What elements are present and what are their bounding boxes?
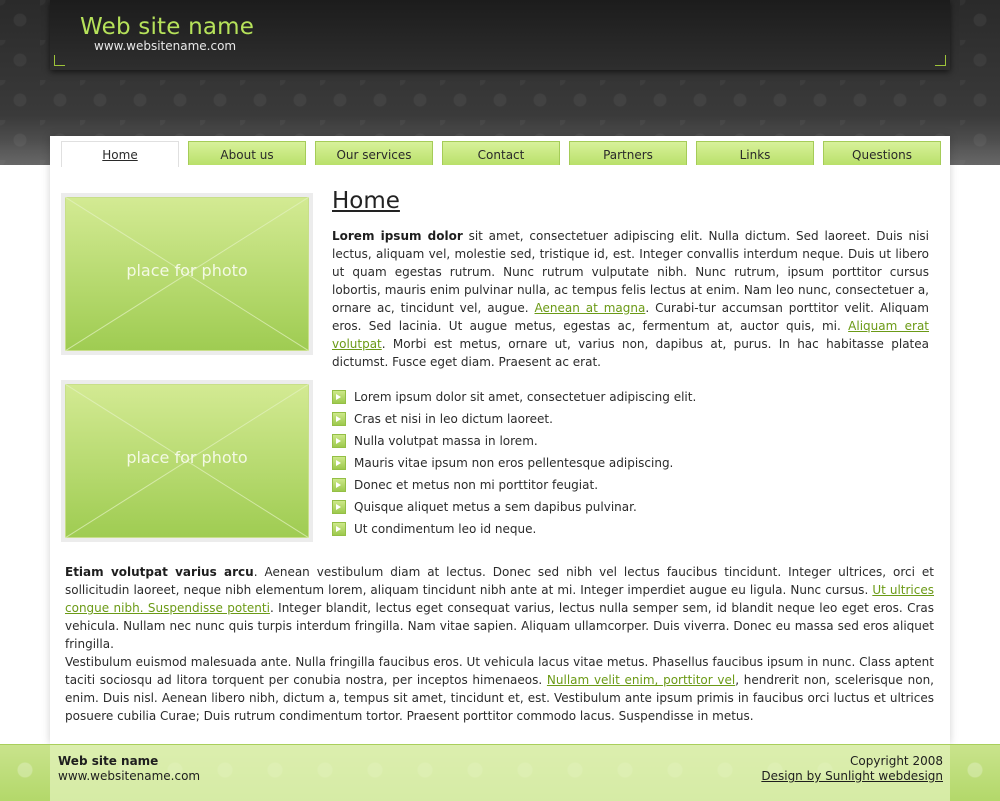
intro-link-aenean[interactable]: Aenean at magna	[535, 301, 646, 315]
photo-placeholder-1: place for photo	[61, 193, 313, 355]
list-item: Lorem ipsum dolor sit amet, consectetuer…	[332, 388, 696, 410]
arrow-bullet-icon	[332, 522, 346, 536]
photo-placeholder-text: place for photo	[126, 448, 248, 467]
list-item-text: Donec et metus non mi porttitor feugiat.	[354, 478, 599, 492]
list-item-text: Ut condimentum leo id neque.	[354, 522, 537, 536]
site-header: Web site name www.websitename.com	[50, 0, 950, 70]
arrow-bullet-icon	[332, 456, 346, 470]
tab-partners[interactable]: Partners	[569, 141, 687, 165]
body-paragraph-2: Vestibulum euismod malesuada ante. Nulla…	[65, 653, 934, 725]
tab-about-us[interactable]: About us	[188, 141, 306, 165]
list-item: Nulla volutpat massa in lorem.	[332, 432, 696, 454]
list-item-text: Quisque aliquet metus a sem dapibus pulv…	[354, 500, 637, 514]
list-item: Quisque aliquet metus a sem dapibus pulv…	[332, 498, 696, 520]
design-credit-link[interactable]: Design by Sunlight webdesign	[761, 769, 943, 783]
arrow-bullet-icon	[332, 500, 346, 514]
footer-site-name: Web site name	[58, 754, 159, 768]
list-item-text: Nulla volutpat massa in lorem.	[354, 434, 538, 448]
footer-copyright: Copyright 2008	[850, 754, 943, 768]
intro-paragraph: Lorem ipsum dolor sit amet, consectetuer…	[332, 227, 929, 371]
content-sheet: Home About us Our services Contact Partn…	[50, 136, 950, 744]
list-item: Cras et nisi in leo dictum laoreet.	[332, 410, 696, 432]
feature-list: Lorem ipsum dolor sit amet, consectetuer…	[332, 388, 696, 542]
footer-panel: Web site name www.websitename.com Copyri…	[50, 745, 950, 801]
tab-questions[interactable]: Questions	[823, 141, 941, 165]
para1-bold: Etiam volutpat varius arcu	[65, 565, 254, 579]
site-name[interactable]: Web site name	[80, 14, 254, 40]
arrow-bullet-icon	[332, 390, 346, 404]
photo-placeholder-text: place for photo	[126, 261, 248, 280]
site-url: www.websitename.com	[94, 39, 237, 53]
corner-decoration-right	[935, 55, 946, 66]
tab-links[interactable]: Links	[696, 141, 814, 165]
list-item: Ut condimentum leo id neque.	[332, 520, 696, 542]
list-item-text: Lorem ipsum dolor sit amet, consectetuer…	[354, 390, 697, 404]
main-navigation: Home About us Our services Contact Partn…	[61, 141, 941, 167]
footer-site-url: www.websitename.com	[58, 769, 201, 783]
site-footer: Web site name www.websitename.com Copyri…	[0, 744, 1000, 801]
corner-decoration-left	[54, 55, 65, 66]
arrow-bullet-icon	[332, 478, 346, 492]
tab-home[interactable]: Home	[61, 141, 179, 167]
arrow-bullet-icon	[332, 412, 346, 426]
list-item-text: Cras et nisi in leo dictum laoreet.	[354, 412, 553, 426]
body-paragraph-1: Etiam volutpat varius arcu. Aenean vesti…	[65, 563, 934, 653]
intro-bold: Lorem ipsum dolor	[332, 229, 463, 243]
tab-contact[interactable]: Contact	[442, 141, 560, 165]
list-item: Donec et metus non mi porttitor feugiat.	[332, 476, 696, 498]
page-title: Home	[332, 188, 400, 214]
arrow-bullet-icon	[332, 434, 346, 448]
list-item: Mauris vitae ipsum non eros pellentesque…	[332, 454, 696, 476]
intro-text-3: . Morbi est metus, ornare ut, varius non…	[332, 337, 929, 369]
para2-link[interactable]: Nullam velit enim, porttitor vel	[547, 673, 735, 687]
tab-our-services[interactable]: Our services	[315, 141, 433, 165]
photo-placeholder-2: place for photo	[61, 380, 313, 542]
list-item-text: Mauris vitae ipsum non eros pellentesque…	[354, 456, 674, 470]
